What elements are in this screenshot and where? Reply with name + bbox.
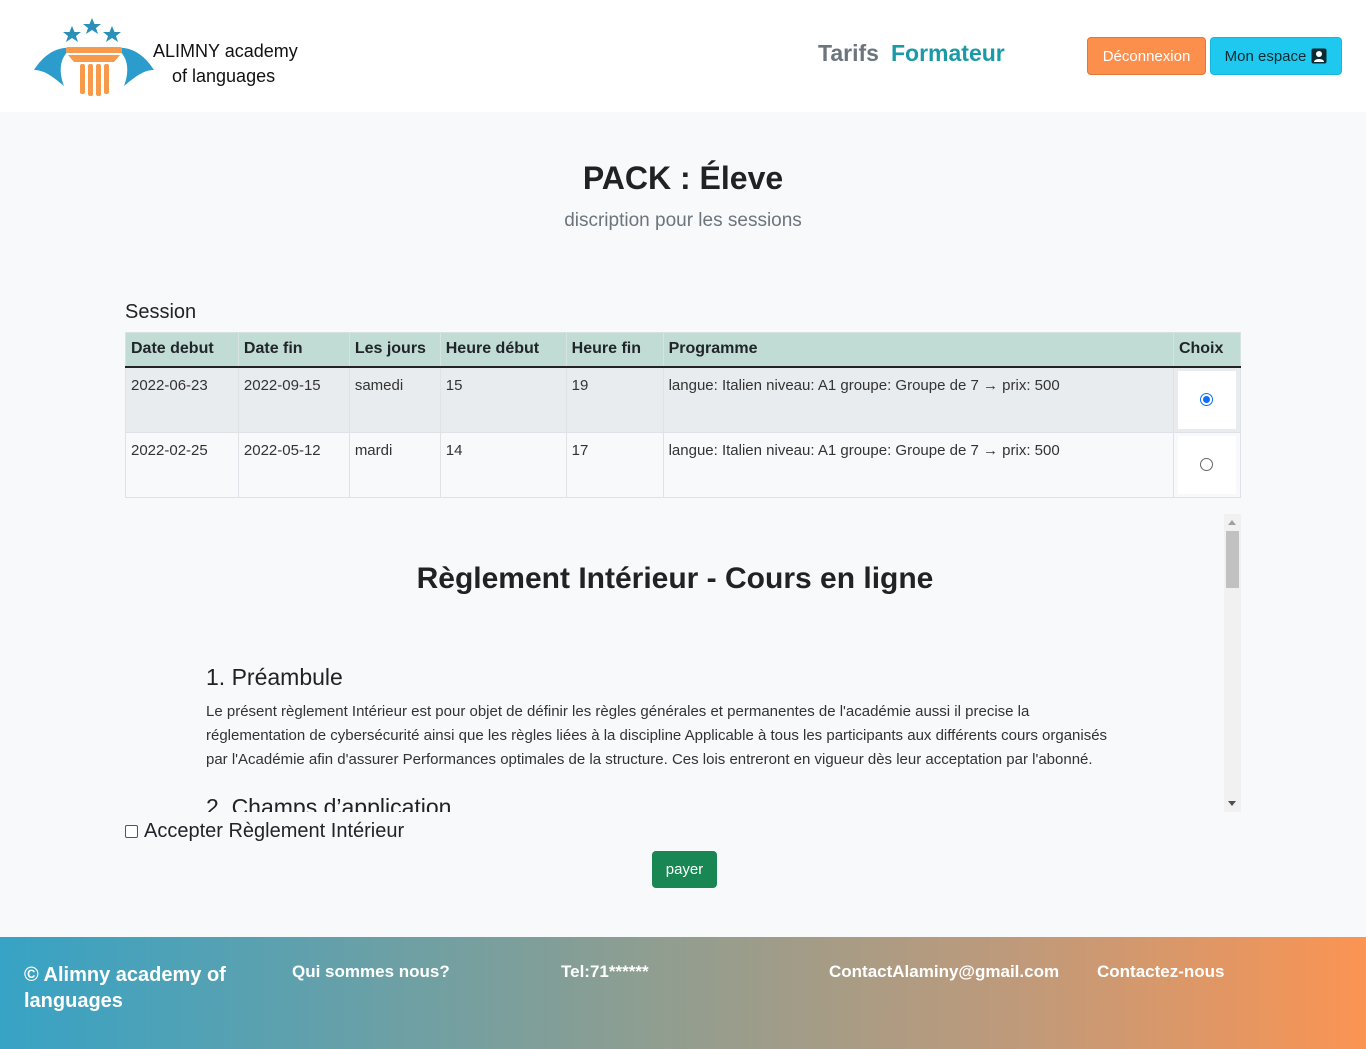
- session-table: Date debut Date fin Les jours Heure débu…: [125, 332, 1242, 498]
- session-label: Session: [125, 301, 197, 323]
- academy-logo-icon: [34, 18, 154, 96]
- footer-email-link[interactable]: ContactAlaminy@gmail.com: [829, 962, 1059, 982]
- cell-heure-debut: 15: [439, 366, 567, 433]
- column-header: Les jours: [348, 332, 441, 368]
- cell-date-fin: 2022-05-12: [237, 431, 350, 498]
- cell-programme: langue: Italien niveau: A1 groupe: Group…: [662, 431, 1174, 498]
- cell-date-debut: 2022-02-25: [125, 431, 239, 498]
- scrollbar[interactable]: [1224, 514, 1241, 812]
- scroll-down-arrow-icon[interactable]: [1228, 801, 1236, 806]
- reglement-title: Règlement Intérieur - Cours en ligne: [416, 562, 934, 595]
- session-radio-1[interactable]: [1200, 393, 1214, 406]
- column-header: Heure début: [439, 332, 567, 368]
- logo-line-2: of languages: [172, 66, 276, 86]
- pack-title: PACK : Éleve: [582, 160, 784, 196]
- choice-box: [1177, 370, 1236, 429]
- cell-jours: mardi: [348, 431, 441, 498]
- choice-box: [1177, 435, 1236, 494]
- header: ALIMNY academy of languages Tarifs Forma…: [0, 0, 1366, 112]
- reglement-section-2-title: 2. Champs d’application: [206, 794, 452, 812]
- cell-jours: samedi: [348, 366, 441, 433]
- footer-about-link[interactable]: Qui sommes nous?: [292, 962, 450, 982]
- column-header: Date fin: [237, 332, 350, 368]
- cell-programme: langue: Italien niveau: A1 groupe: Group…: [662, 366, 1174, 433]
- my-space-label: Mon espace: [1224, 47, 1307, 65]
- cell-choix: [1172, 366, 1242, 433]
- nav-tarifs[interactable]: Tarifs: [818, 40, 879, 67]
- nav-formateur[interactable]: Formateur: [891, 40, 1005, 67]
- table-row: 2022-02-25 2022-05-12 mardi 14 17 langue…: [125, 431, 1242, 498]
- cell-date-debut: 2022-06-23: [125, 366, 239, 433]
- logo-text: ALIMNY academy of languages: [153, 39, 298, 89]
- footer-tel: Tel:71******: [561, 962, 649, 981]
- reglement-section-1-text: Le présent règlement Intérieur est pour …: [206, 703, 1108, 768]
- cell-heure-fin: 17: [565, 431, 664, 498]
- pay-button[interactable]: payer: [652, 851, 717, 888]
- table-row: 2022-06-23 2022-09-15 samedi 15 19 langu…: [125, 366, 1242, 433]
- cell-heure-debut: 14: [439, 431, 567, 498]
- user-square-icon: [1311, 48, 1327, 64]
- footer-brand: © Alimny academy of languages: [24, 964, 226, 1012]
- column-header: Programme: [662, 332, 1174, 368]
- accept-reglement: Accepter Règlement Intérieur: [125, 820, 404, 843]
- logo-line-1: ALIMNY academy: [153, 41, 298, 61]
- my-space-button[interactable]: Mon espace: [1210, 37, 1342, 75]
- reglement-scroll-area[interactable]: Règlement Intérieur - Cours en ligne 1. …: [125, 514, 1241, 812]
- session-radio-2[interactable]: [1200, 458, 1214, 471]
- column-header: Choix: [1172, 332, 1242, 368]
- logout-label: Déconnexion: [1102, 47, 1191, 65]
- scrollbar-thumb[interactable]: [1226, 531, 1239, 588]
- reglement-section-1-title: 1. Préambule: [206, 664, 343, 690]
- accept-checkbox[interactable]: [125, 825, 138, 838]
- column-header: Heure fin: [565, 332, 664, 368]
- cell-date-fin: 2022-09-15: [237, 366, 350, 433]
- cell-heure-fin: 19: [565, 366, 664, 433]
- footer-contact-link[interactable]: Contactez-nous: [1097, 962, 1225, 982]
- table-header-row: Date debut Date fin Les jours Heure débu…: [125, 332, 1242, 368]
- column-header: Date debut: [125, 332, 239, 368]
- pack-subtitle: discription pour les sessions: [564, 210, 802, 231]
- logout-button[interactable]: Déconnexion: [1087, 37, 1206, 75]
- accept-label[interactable]: Accepter Règlement Intérieur: [144, 820, 404, 843]
- cell-choix: [1172, 431, 1242, 498]
- pay-label: payer: [665, 861, 704, 878]
- scroll-up-arrow-icon[interactable]: [1228, 520, 1236, 525]
- footer: © Alimny academy of languages Qui sommes…: [0, 937, 1366, 1049]
